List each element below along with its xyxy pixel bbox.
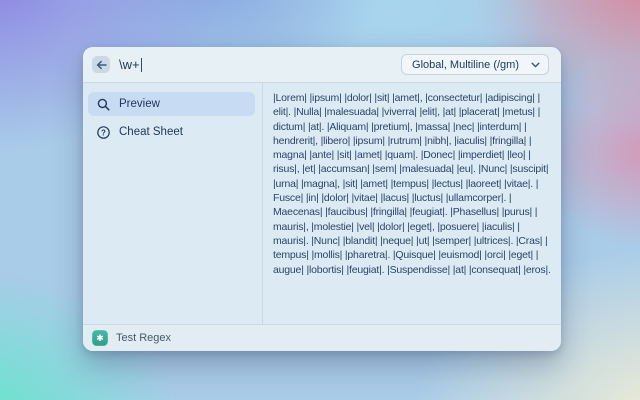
toolbar: \w+ Global, Multiline (/gm) <box>83 47 561 83</box>
svg-text:?: ? <box>101 128 106 137</box>
footer-bar: ✱ Test Regex <box>83 324 561 351</box>
sidebar-item-preview[interactable]: Preview <box>88 92 255 116</box>
regex-pattern-input[interactable]: \w+ <box>119 57 142 72</box>
app-window: \w+ Global, Multiline (/gm) Preview <box>83 47 561 351</box>
app-name-label: Test Regex <box>116 332 171 344</box>
back-button[interactable] <box>92 56 110 73</box>
flags-dropdown[interactable]: Global, Multiline (/gm) <box>401 54 549 75</box>
question-circle-icon: ? <box>97 126 110 139</box>
magnifier-icon <box>97 98 110 111</box>
chevron-down-icon <box>531 62 540 68</box>
regex-pattern-value: \w+ <box>119 57 140 72</box>
text-caret <box>141 58 143 72</box>
flags-dropdown-value: Global, Multiline (/gm) <box>412 59 519 71</box>
sidebar-item-label: Cheat Sheet <box>119 126 183 138</box>
sidebar: Preview ? Cheat Sheet <box>83 83 262 324</box>
arrow-left-icon <box>96 60 107 70</box>
match-preview-pane[interactable]: |Lorem| |ipsum| |dolor| |sit| |amet|, |c… <box>263 83 561 324</box>
sidebar-item-cheat-sheet[interactable]: ? Cheat Sheet <box>88 120 255 144</box>
asterisk-icon: ✱ <box>92 330 108 346</box>
sidebar-item-label: Preview <box>119 98 160 110</box>
main-area: Preview ? Cheat Sheet |Lorem| |ipsum| |d… <box>83 83 561 324</box>
